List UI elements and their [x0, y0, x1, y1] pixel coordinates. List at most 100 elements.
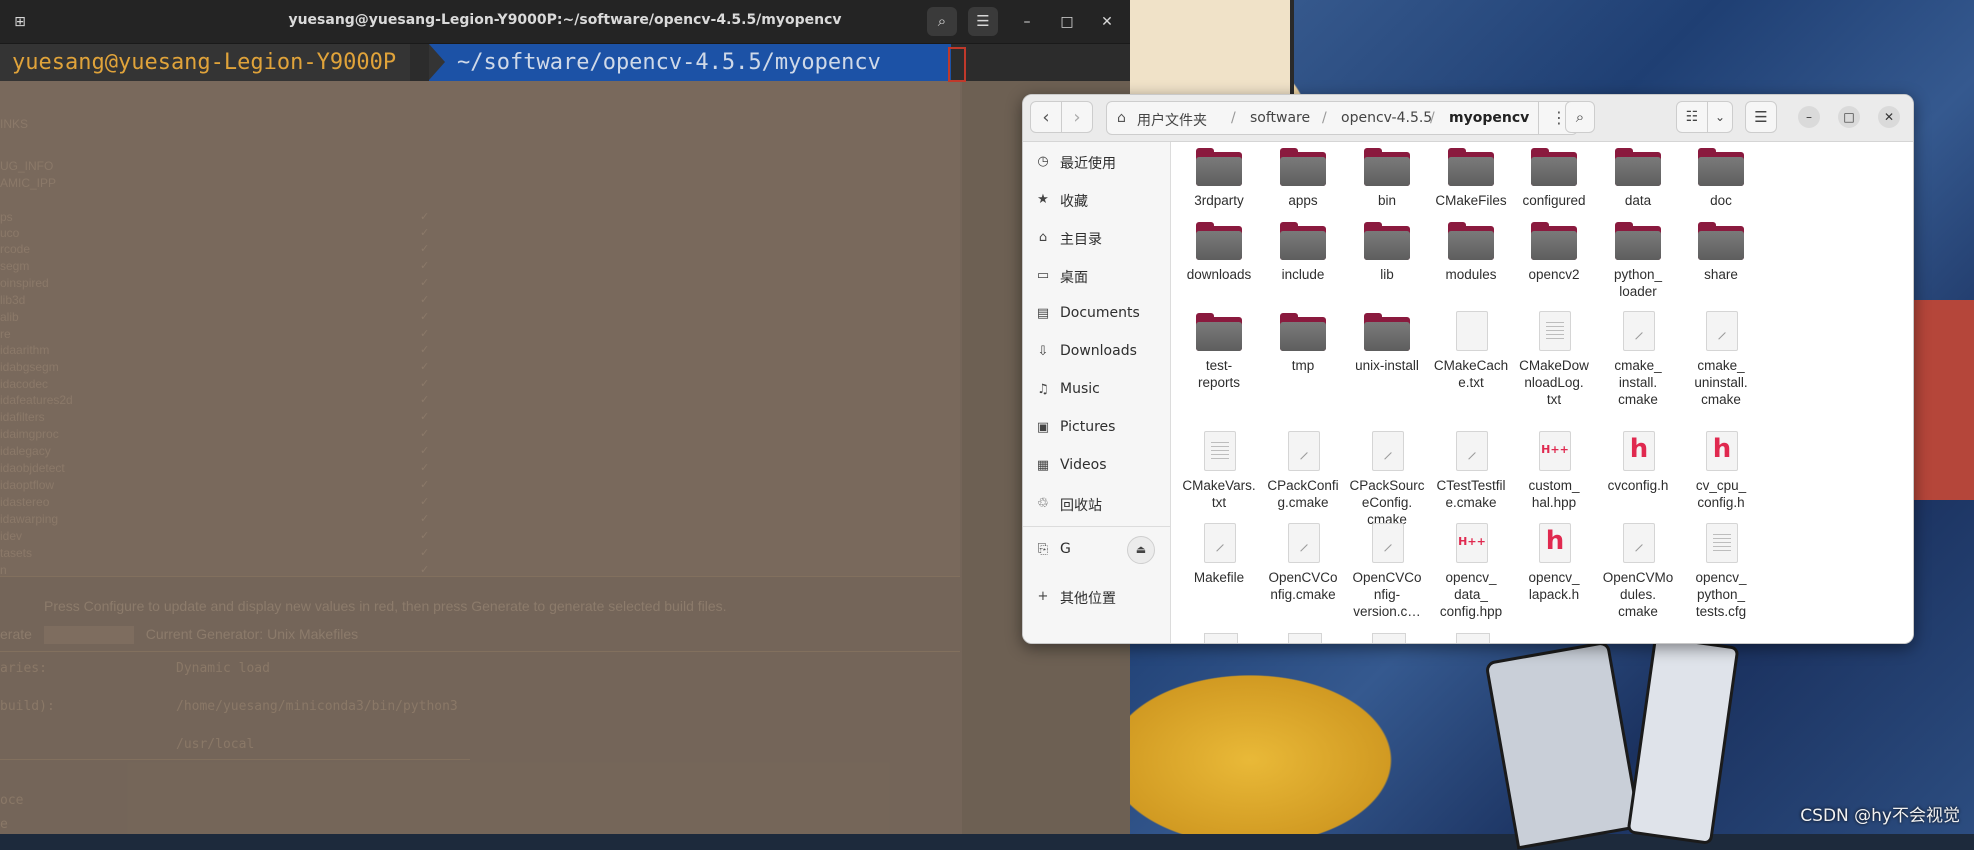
script-file-icon: ⸝ — [1623, 311, 1655, 351]
search-icon[interactable]: ⌕ — [1565, 101, 1595, 133]
minimize-icon[interactable]: – — [1016, 11, 1038, 33]
close-icon[interactable]: ✕ — [1878, 106, 1900, 128]
eject-icon[interactable]: ⏏ — [1127, 536, 1155, 564]
file-manager-window[interactable]: ‹ › ⌂ 用户文件夹 / software / opencv-4.5.5 / … — [1022, 94, 1914, 644]
list-view-icon[interactable]: ☷ — [1676, 101, 1708, 133]
file-item[interactable]: ⸝ OpenCVCo nfig- version.c… — [1341, 519, 1433, 619]
shell-prompt[interactable]: yuesang@yuesang-Legion-Y9000P ~/software… — [0, 44, 1130, 82]
maximize-icon[interactable]: □ — [1056, 11, 1078, 33]
sidebar-item[interactable]: ⎘ G ⏏ — [1023, 526, 1170, 568]
breadcrumb-opencv[interactable]: opencv-4.5.5 — [1341, 110, 1432, 126]
file-item[interactable]: ⸝ CTestTestfil e.cmake — [1425, 427, 1517, 527]
folder-item[interactable]: test- reports — [1173, 307, 1265, 407]
generator-label: Current Generator: Unix Makefiles — [145, 626, 359, 642]
prompt-path: ~/software/opencv-4.5.5/myopencv — [429, 44, 951, 81]
checkbox-checked-icon: ✓ — [420, 478, 430, 491]
folder-icon — [1196, 222, 1242, 260]
file-item[interactable]: ⸝ OpenCVMo dules. cmake — [1592, 519, 1684, 619]
menu-icon[interactable]: ☰ — [968, 7, 998, 36]
sidebar-item[interactable]: ★ 收藏 — [1023, 182, 1170, 218]
file-item[interactable]: H++ custom_ hal.hpp — [1508, 427, 1600, 527]
sidebar-item[interactable]: ⇩ Downloads — [1023, 334, 1170, 370]
sidebar-item-label: Documents — [1060, 305, 1140, 321]
sidebar-item[interactable]: ◷ 最近使用 — [1023, 144, 1170, 180]
file-name: lib — [1380, 267, 1394, 282]
checkbox-checked-icon: ✓ — [420, 461, 430, 474]
folder-item[interactable]: modules — [1425, 216, 1517, 316]
background-cmake-window: Press Configure to update and display ne… — [0, 81, 1130, 834]
sidebar-item[interactable]: ♲ 回收站 — [1023, 486, 1170, 522]
breadcrumb-current[interactable]: myopencv — [1449, 110, 1529, 126]
forward-button[interactable]: › — [1061, 101, 1093, 133]
sidebar-item-label: Pictures — [1060, 419, 1116, 435]
file-item[interactable]: ⸝ CPackSourc eConfig. cmake — [1341, 427, 1433, 527]
checkbox-checked-icon: ✓ — [420, 276, 430, 289]
file-item[interactable]: H++ opencv_ data_ config.hpp — [1425, 519, 1517, 619]
sidebar-item-label: 最近使用 — [1060, 156, 1116, 172]
video-icon: ▦ — [1036, 458, 1050, 473]
sidebar-item[interactable]: ▤ Documents — [1023, 296, 1170, 332]
clock-icon: ◷ — [1037, 154, 1049, 169]
chevron-down-icon[interactable]: ⌄ — [1707, 101, 1733, 133]
folder-item[interactable]: unix-install — [1341, 307, 1433, 407]
close-icon[interactable]: ✕ — [1096, 11, 1118, 33]
checkbox-checked-icon: ✓ — [420, 495, 430, 508]
file-item[interactable]: CMakeDow nloadLog. txt — [1508, 307, 1600, 407]
folder-item[interactable]: python_ loader — [1592, 216, 1684, 316]
folder-icon — [1364, 313, 1410, 351]
sidebar-item[interactable]: ▣ Pictures — [1023, 410, 1170, 446]
folder-item[interactable]: opencv2 — [1508, 216, 1600, 316]
file-item[interactable]: CMakeVars. txt — [1173, 427, 1265, 527]
search-icon[interactable]: ⌕ — [927, 7, 957, 36]
cmake-variable-name: idacodec — [0, 377, 49, 391]
prompt-separator — [429, 44, 445, 80]
cmake-variable-name: idev — [0, 529, 23, 543]
maximize-icon[interactable]: □ — [1838, 106, 1860, 128]
file-icon — [1456, 633, 1490, 643]
folder-item[interactable]: share — [1675, 216, 1767, 316]
sidebar-item-label: Videos — [1060, 457, 1107, 473]
minimize-icon[interactable]: – — [1798, 106, 1820, 128]
sidebar-item[interactable]: ♫ Music — [1023, 372, 1170, 408]
file-item[interactable]: CMakeCach e.txt — [1425, 307, 1517, 407]
terminal-window[interactable]: Press Configure to update and display ne… — [0, 0, 1130, 834]
file-item[interactable]: h opencv_ lapack.h — [1508, 519, 1600, 619]
sidebar-item[interactable]: + 其他位置 — [1023, 579, 1170, 615]
script-file-icon: ⸝ — [1288, 523, 1320, 563]
checkbox-checked-icon: ✓ — [420, 444, 430, 457]
breadcrumb-software[interactable]: software — [1250, 110, 1310, 126]
file-item[interactable]: h cv_cpu_ config.h — [1675, 427, 1767, 527]
script-file-icon: ⸝ — [1372, 523, 1404, 563]
sidebar-item[interactable]: ▭ 桌面 — [1023, 258, 1170, 294]
folder-item[interactable]: include — [1257, 216, 1349, 316]
file-item[interactable]: ⸝ OpenCVCo nfig.cmake — [1257, 519, 1349, 619]
picture-icon: ▣ — [1036, 420, 1050, 435]
file-item[interactable]: opencv_ python_ tests.cfg — [1675, 519, 1767, 619]
folder-item[interactable]: lib — [1341, 216, 1433, 316]
file-name: tmp — [1291, 358, 1315, 373]
breadcrumb-home[interactable]: 用户文件夹 — [1137, 110, 1207, 130]
text-file-icon — [1539, 311, 1571, 351]
output-key: oce — [0, 793, 24, 808]
folder-item[interactable]: tmp — [1257, 307, 1349, 407]
sidebar-item-label: 回收站 — [1060, 498, 1102, 514]
file-item[interactable]: ⸝ CPackConfi g.cmake — [1257, 427, 1349, 527]
cmake-variable-name: ps — [0, 210, 13, 224]
path-bar[interactable]: ⌂ 用户文件夹 / software / opencv-4.5.5 / myop… — [1106, 101, 1578, 135]
file-item[interactable]: ⸝ cmake_ install. cmake — [1592, 307, 1684, 407]
cmake-variable-name: n — [0, 563, 7, 577]
file-manager-header: ‹ › ⌂ 用户文件夹 / software / opencv-4.5.5 / … — [1023, 95, 1913, 142]
menu-icon[interactable]: ☰ — [1745, 101, 1777, 133]
cmake-message: Press Configure to update and display ne… — [44, 598, 727, 614]
back-button[interactable]: ‹ — [1030, 101, 1062, 133]
output-value: /usr/local — [176, 737, 255, 752]
checkbox-checked-icon: ✓ — [420, 242, 430, 255]
home-icon: ⌂ — [1038, 230, 1048, 245]
file-item[interactable]: ⸝ cmake_ uninstall. cmake — [1675, 307, 1767, 407]
sidebar-item[interactable]: ▦ Videos — [1023, 448, 1170, 484]
file-item[interactable]: ⸝ Makefile — [1173, 519, 1265, 619]
sidebar-item[interactable]: ⌂ 主目录 — [1023, 220, 1170, 256]
file-item[interactable]: h cvconfig.h — [1592, 427, 1684, 527]
plus-icon: + — [1037, 589, 1049, 604]
folder-item[interactable]: downloads — [1173, 216, 1265, 316]
